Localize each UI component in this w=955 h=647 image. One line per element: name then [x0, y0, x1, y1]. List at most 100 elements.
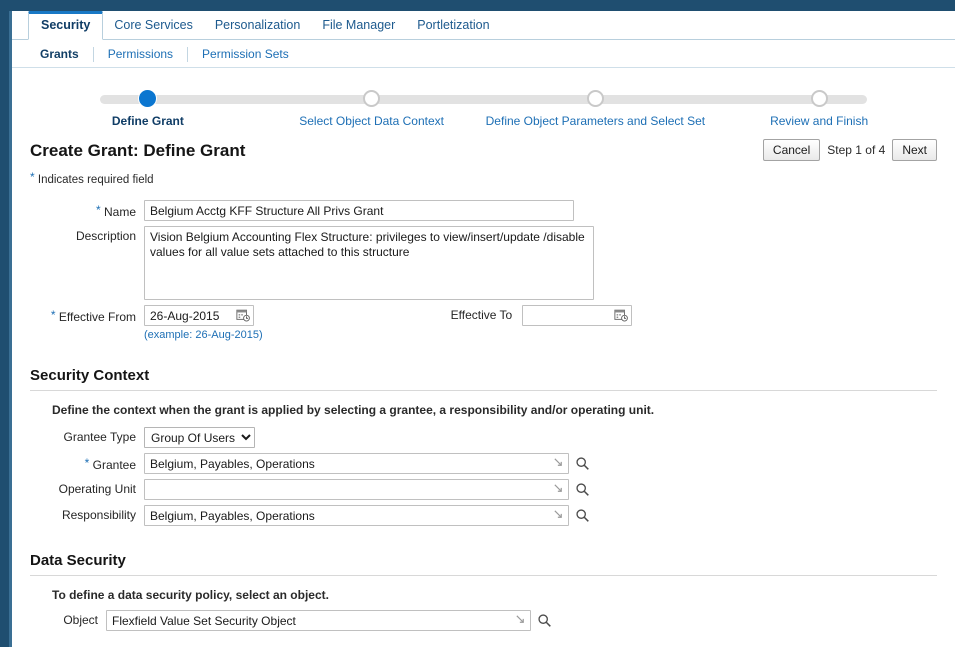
- security-context-description: Define the context when the grant is app…: [52, 403, 655, 417]
- grantee-input[interactable]: [144, 453, 569, 474]
- responsibility-input[interactable]: [144, 505, 569, 526]
- field-row-responsibility: Responsibility: [30, 505, 937, 526]
- data-security-form: Object: [30, 610, 937, 631]
- grantee-label: * Grantee: [30, 453, 144, 472]
- train-node-icon: [139, 90, 157, 107]
- tab-file-manager[interactable]: File Manager: [311, 11, 406, 39]
- lov-arrow-icon[interactable]: [553, 457, 564, 468]
- required-marker: *: [95, 203, 101, 217]
- security-context-form: Grantee Type Group Of Users * Grantee Be…: [30, 427, 937, 526]
- effective-from-label-text: Effective From: [58, 310, 136, 324]
- object-lov: [106, 610, 552, 631]
- train-step-define-object-parameters[interactable]: Define Object Parameters and Select Set: [484, 84, 708, 134]
- data-security-description: To define a data security policy, select…: [52, 588, 329, 602]
- search-icon[interactable]: [575, 482, 590, 497]
- page-title-row: Create Grant: Define Grant Cancel Step 1…: [30, 138, 937, 166]
- search-icon[interactable]: [575, 508, 590, 523]
- section-divider: [30, 390, 937, 391]
- field-row-name: * Name: [12, 200, 955, 221]
- page-content: Security Core Services Personalization File…: [12, 11, 955, 647]
- object-label-text: Object: [63, 613, 98, 627]
- lov-arrow-icon[interactable]: [553, 483, 564, 494]
- cancel-button-label: Cancel: [772, 143, 811, 157]
- name-label-text: Name: [103, 205, 136, 219]
- field-row-operating-unit: Operating Unit: [30, 479, 937, 500]
- required-field-note-text: Indicates required field: [37, 174, 154, 186]
- effective-to-label-text: Effective To: [450, 308, 513, 322]
- train-step-label: Define Object Parameters and Select Set: [485, 114, 706, 128]
- operating-unit-input-wrap: [144, 479, 569, 500]
- app-window: Security Core Services Personalization File…: [0, 0, 955, 647]
- field-row-object: Object: [30, 610, 937, 631]
- define-grant-form: * Name Description * Effective From: [12, 200, 955, 341]
- train-step-select-object-data-context[interactable]: Select Object Data Context: [260, 84, 484, 134]
- tab-security[interactable]: Security: [28, 11, 104, 40]
- operating-unit-input[interactable]: [144, 479, 569, 500]
- effective-to-label: Effective To: [451, 305, 523, 322]
- next-button[interactable]: Next: [892, 139, 937, 161]
- description-label-text: Description: [75, 229, 136, 243]
- required-marker: *: [50, 308, 56, 322]
- required-marker: *: [84, 456, 90, 470]
- cancel-button[interactable]: Cancel: [762, 139, 821, 161]
- name-label: * Name: [12, 200, 144, 219]
- object-label: Object: [30, 610, 106, 627]
- tab-core-services[interactable]: Core Services: [103, 11, 204, 39]
- field-row-grantee-type: Grantee Type Group Of Users: [30, 427, 937, 448]
- responsibility-label: Responsibility: [30, 505, 144, 522]
- search-icon[interactable]: [575, 456, 590, 471]
- required-field-note: * Indicates required field: [30, 170, 937, 186]
- tab-portletization[interactable]: Portletization: [406, 11, 500, 39]
- responsibility-lov: [144, 505, 590, 526]
- page-actions: Cancel Step 1 of 4 Next: [762, 139, 937, 161]
- subtab-permissions[interactable]: Permissions: [94, 40, 187, 66]
- calendar-icon[interactable]: [236, 308, 250, 322]
- section-divider: [30, 575, 937, 576]
- operating-unit-label-text: Operating Unit: [58, 482, 136, 496]
- effective-from-field: [144, 305, 254, 326]
- global-tab-bar: Security Core Services Personalization File…: [12, 11, 955, 40]
- train-step-define-grant[interactable]: Define Grant: [36, 84, 260, 134]
- security-context-title: Security Context: [30, 367, 150, 384]
- grantee-type-select[interactable]: Group Of Users: [144, 427, 255, 448]
- tab-personalization[interactable]: Personalization: [204, 11, 311, 39]
- description-textarea[interactable]: [144, 226, 594, 300]
- train-step-label: Select Object Data Context: [299, 114, 444, 128]
- grantee-label-text: Grantee: [92, 458, 136, 472]
- field-row-description: Description: [12, 226, 955, 300]
- train-step-label: Define Grant: [111, 114, 184, 128]
- data-security-title: Data Security: [30, 552, 126, 569]
- train-node-icon: [810, 90, 828, 107]
- train-node-icon: [586, 90, 604, 107]
- effective-to-field: [522, 305, 633, 326]
- train-step-review-and-finish[interactable]: Review and Finish: [707, 84, 931, 134]
- app-header-bar: [0, 0, 955, 11]
- grantee-type-label: Grantee Type: [30, 427, 144, 444]
- required-marker: *: [30, 170, 35, 184]
- description-label: Description: [12, 226, 144, 243]
- responsibility-label-text: Responsibility: [61, 508, 136, 522]
- search-icon[interactable]: [537, 613, 552, 628]
- subtab-permission-sets[interactable]: Permission Sets: [188, 40, 303, 66]
- lov-arrow-icon[interactable]: [553, 509, 564, 520]
- lov-arrow-icon[interactable]: [515, 614, 526, 625]
- data-security-section: Data Security To define a data security …: [30, 552, 937, 631]
- operating-unit-lov: [144, 479, 590, 500]
- field-row-grantee: * Grantee: [30, 453, 937, 474]
- next-button-label: Next: [902, 143, 927, 157]
- sub-tab-bar: Grants Permissions Permission Sets: [12, 40, 955, 68]
- subtab-grants[interactable]: Grants: [26, 40, 93, 66]
- operating-unit-label: Operating Unit: [30, 479, 144, 496]
- calendar-icon[interactable]: [614, 308, 629, 322]
- grantee-input-wrap: [144, 453, 569, 474]
- step-indicator: Step 1 of 4: [827, 143, 886, 157]
- name-input[interactable]: [144, 200, 574, 221]
- wizard-train: Define Grant Select Object Data Context …: [36, 84, 931, 134]
- responsibility-input-wrap: [144, 505, 569, 526]
- left-rail: [0, 11, 9, 647]
- effective-from-hint: (example: 26-Aug-2015): [144, 329, 263, 341]
- object-input[interactable]: [106, 610, 531, 631]
- grantee-type-label-text: Grantee Type: [63, 430, 137, 444]
- train-node-icon: [363, 90, 381, 107]
- train-step-label: Review and Finish: [770, 114, 869, 128]
